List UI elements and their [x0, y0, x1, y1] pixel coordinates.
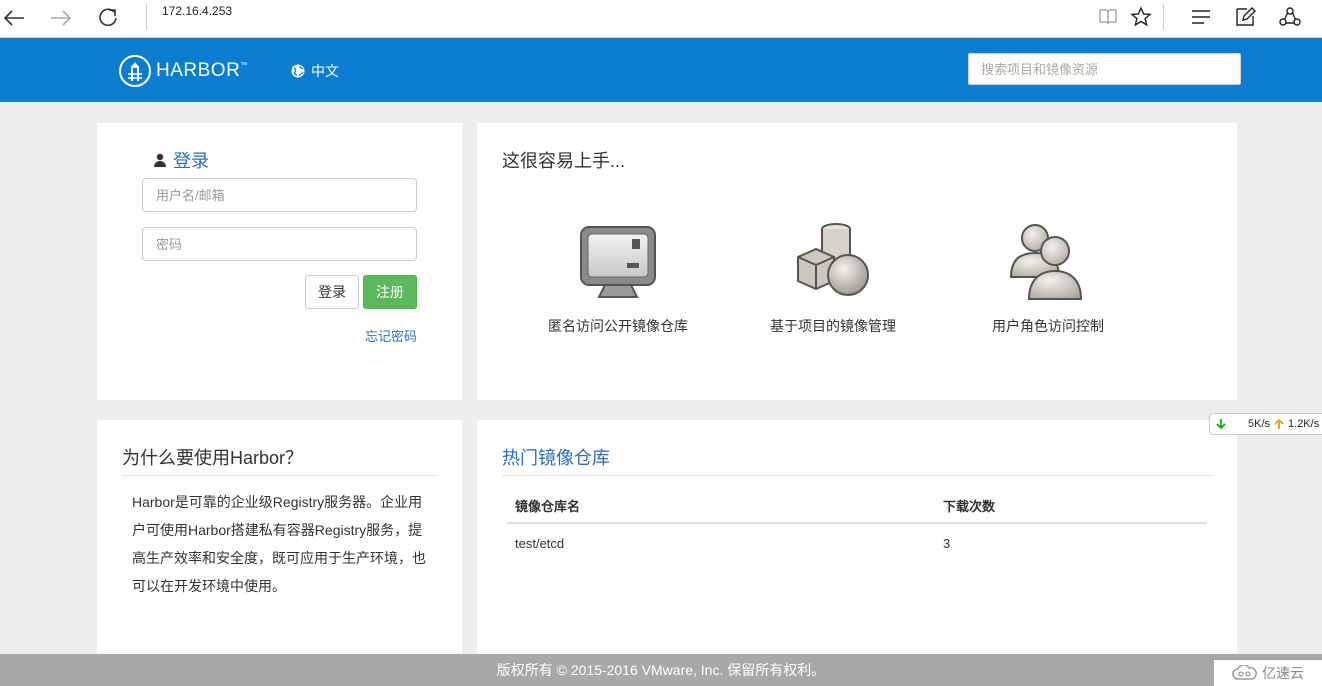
download-arrow-icon	[1216, 419, 1226, 430]
login-panel: 登录 登录 注册 忘记密码	[97, 123, 462, 400]
toolbar-separator	[1163, 4, 1164, 30]
users-icon	[1009, 224, 1083, 300]
username-field[interactable]	[142, 178, 417, 212]
refresh-icon[interactable]	[94, 4, 122, 32]
upload-arrow-icon	[1274, 418, 1284, 429]
forward-icon[interactable]	[47, 4, 75, 32]
password-field[interactable]	[142, 227, 417, 261]
getting-started-title: 这很容易上手...	[502, 151, 626, 171]
language-label: 中文	[311, 63, 339, 79]
why-harbor-panel: 为什么要使用Harbor？ Harbor是可靠的企业级Registry服务器。企…	[97, 420, 462, 654]
getting-started-panel: 这很容易上手... 匿名访问公开镜像仓库 基于项目的镜像管理 用户角色访问控制	[477, 123, 1237, 400]
search-input[interactable]	[968, 53, 1241, 85]
login-title: 登录	[153, 147, 209, 173]
divider	[122, 475, 437, 476]
app-header: HARBOR™ 中文	[0, 38, 1322, 102]
download-count-cell: 3	[943, 535, 951, 551]
address-bar[interactable]: 172.16.4.253	[162, 4, 232, 18]
download-speed: 5K/s	[1248, 418, 1271, 430]
back-icon[interactable]	[0, 4, 28, 32]
forgot-password-link[interactable]: 忘记密码	[297, 326, 417, 345]
web-note-icon[interactable]	[1232, 4, 1258, 30]
globe-icon	[291, 64, 305, 78]
watermark: 亿速云	[1214, 660, 1322, 686]
feature-role-access-control: 用户角色访问控制	[958, 203, 1138, 336]
watermark-text: 亿速云	[1262, 665, 1304, 681]
cloud-logo-icon	[1232, 665, 1257, 680]
table-row[interactable]: test/etcd 3	[507, 523, 1207, 562]
feature-label: 基于项目的镜像管理	[770, 318, 896, 334]
divider	[502, 475, 1212, 476]
table-header-row: 镜像仓库名 下载次数	[507, 488, 1207, 524]
browser-toolbar: 172.16.4.253	[0, 0, 1322, 38]
login-button[interactable]: 登录	[305, 275, 359, 309]
logo-trademark: ™	[240, 62, 248, 69]
share-icon[interactable]	[1277, 4, 1303, 30]
favorite-star-icon[interactable]	[1128, 4, 1154, 30]
register-button[interactable]: 注册	[363, 275, 417, 309]
popular-repos-panel: 热门镜像仓库 镜像仓库名 下载次数 test/etcd 3	[477, 420, 1237, 654]
why-title: 为什么要使用Harbor？	[122, 448, 304, 468]
user-icon	[154, 153, 166, 167]
feature-project-management: 基于项目的镜像管理	[743, 203, 923, 336]
feature-anonymous-access: 匿名访问公开镜像仓库	[528, 203, 708, 336]
shapes-icon	[797, 223, 869, 296]
popular-title: 热门镜像仓库	[502, 448, 610, 468]
harbor-logo[interactable]: HARBOR™	[118, 54, 248, 88]
feature-label: 匿名访问公开镜像仓库	[548, 318, 688, 334]
reading-view-icon[interactable]	[1095, 4, 1121, 30]
language-switch[interactable]: 中文	[291, 61, 339, 81]
why-description: Harbor是可靠的企业级Registry服务器。企业用户可使用Harbor搭建…	[132, 494, 426, 594]
upload-speed: 1.2K/s	[1288, 418, 1320, 430]
popular-repos-table: 镜像仓库名 下载次数 test/etcd 3	[507, 488, 1207, 562]
column-header-repo-name: 镜像仓库名	[507, 488, 935, 524]
lighthouse-icon	[119, 55, 151, 87]
hub-icon[interactable]	[1188, 4, 1214, 30]
login-title-text: 登录	[173, 151, 209, 171]
logo-text: HARBOR™	[156, 60, 248, 81]
feature-label: 用户角色访问控制	[992, 318, 1104, 334]
monitor-icon	[580, 226, 656, 298]
copyright-text: 版权所有 © 2015-2016 VMware, Inc. 保留所有权利。	[496, 662, 826, 678]
column-header-downloads: 下载次数	[935, 488, 1207, 524]
repo-name-cell[interactable]: test/etcd	[507, 523, 935, 562]
address-separator	[146, 4, 147, 30]
page-footer: 版权所有 © 2015-2016 VMware, Inc. 保留所有权利。	[0, 654, 1322, 686]
network-speed-widget: 5K/s 1.2K/s	[1209, 413, 1322, 435]
